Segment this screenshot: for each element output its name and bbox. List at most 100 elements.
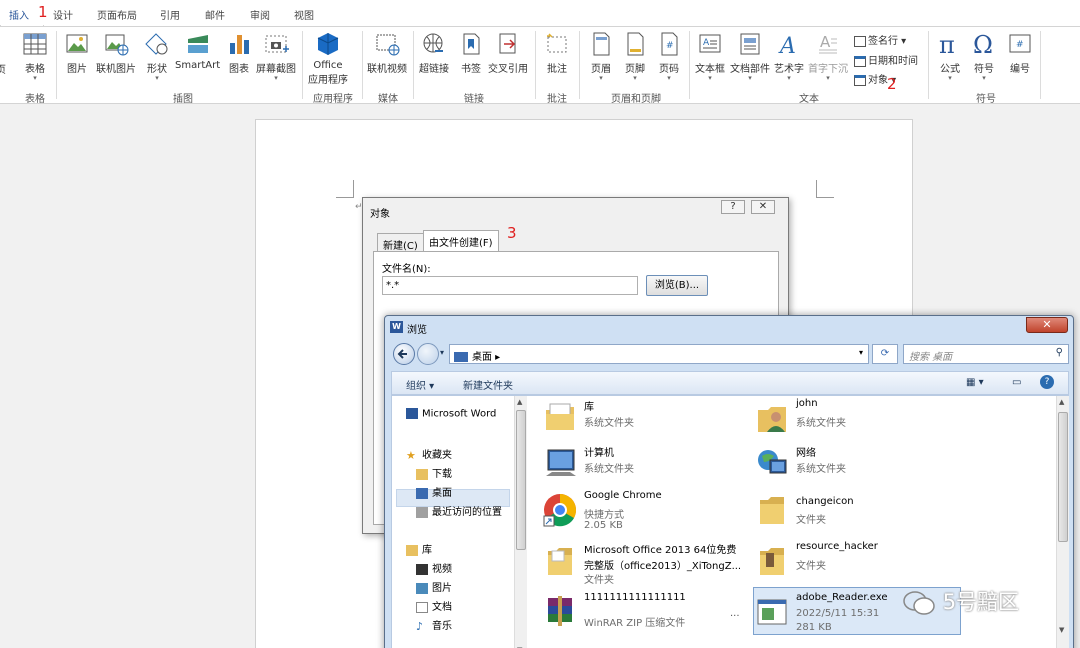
nav-scrollbar[interactable]: ▲ ▼ (514, 396, 527, 648)
filename-input[interactable]: *.* (382, 276, 638, 295)
file-name: resource_hacker (796, 541, 878, 552)
nav-item-desktop[interactable]: 桌面 (416, 484, 452, 499)
content-scroll-thumb[interactable] (1058, 412, 1068, 542)
group-divider (579, 31, 580, 99)
browse-button[interactable]: 浏览(B)... (646, 275, 708, 296)
file-item[interactable]: john 系统文件夹 (746, 396, 946, 440)
file-name: adobe_Reader.exe (796, 592, 888, 603)
dialog-close-button[interactable]: ✕ (751, 200, 775, 214)
navigation-pane: Microsoft Word ★ 收藏夹 下载 桌面 最近访问的位置 库 视频 图… (392, 396, 514, 648)
tab-view[interactable]: 视图 (294, 7, 314, 22)
footer-button[interactable]: 页脚 ▾ (622, 31, 648, 82)
tab-mailings[interactable]: 邮件 (205, 7, 225, 22)
tab-insert[interactable]: 插入 (9, 7, 29, 22)
bookmark-button[interactable]: 书签 (458, 31, 484, 75)
search-input[interactable]: 搜索 桌面 ⚲ (903, 344, 1069, 364)
dropdown-arrow-icon: ▾ (274, 74, 278, 82)
help-button[interactable]: ? (721, 200, 745, 214)
file-item[interactable]: 计算机 系统文件夹 (534, 442, 734, 486)
dropdown-arrow-icon: ▾ (787, 74, 791, 82)
nav-item-label: Microsoft Word (422, 408, 497, 420)
tab-create-new[interactable]: 新建(C) (377, 233, 424, 252)
refresh-button[interactable]: ⟳ (872, 344, 898, 364)
tab-references[interactable]: 引用 (160, 7, 180, 22)
nav-item-music[interactable]: ♪ 音乐 (416, 617, 452, 633)
group-divider (56, 31, 57, 99)
nav-scroll-thumb[interactable] (516, 410, 526, 550)
forward-button[interactable] (417, 343, 439, 365)
nav-item-label: 视频 (432, 564, 452, 575)
textbox-button[interactable]: A 文本框 ▾ (695, 31, 725, 82)
file-item[interactable]: Microsoft Office 2013 64位免费 完整版（office20… (534, 539, 741, 586)
symbol-button[interactable]: Ω 符号 ▾ (971, 31, 997, 82)
scroll-up-icon[interactable]: ▲ (517, 398, 522, 406)
history-dropdown-icon[interactable]: ▾ (440, 348, 444, 357)
scroll-up-icon[interactable]: ▲ (1059, 398, 1064, 406)
nav-item-downloads[interactable]: 下载 (416, 465, 452, 480)
page-number-button[interactable]: # 页码 ▾ (656, 31, 682, 82)
equation-button[interactable]: π 公式 ▾ (937, 31, 963, 82)
screenshot-button[interactable]: 屏幕截图 ▾ (256, 31, 296, 82)
exe-icon (757, 599, 787, 625)
browse-close-button[interactable]: ✕ (1026, 317, 1068, 333)
tab-create-from-file[interactable]: 由文件创建(F) (423, 230, 499, 252)
cross-reference-button[interactable]: 交叉引用 (488, 31, 528, 75)
view-options-icon[interactable]: ▦ ▾ (966, 377, 984, 388)
address-row: ▾ 桌面 ▸ ▾ ⟳ 搜索 桌面 ⚲ (391, 342, 1069, 366)
nav-item-favorites[interactable]: ★ 收藏夹 (406, 446, 452, 462)
help-icon[interactable]: ? (1040, 375, 1054, 389)
file-type: 文件夹 (796, 561, 826, 572)
quick-parts-icon (740, 33, 760, 55)
file-item[interactable]: changeicon 文件夹 (746, 488, 946, 532)
nav-item-libraries[interactable]: 库 (406, 541, 432, 556)
address-dropdown-icon[interactable]: ▾ (859, 348, 863, 357)
nav-item-label: 图片 (432, 583, 452, 594)
nav-item-videos[interactable]: 视频 (416, 560, 452, 575)
signature-line-button[interactable]: 签名行 ▾ (854, 32, 906, 47)
scroll-down-icon[interactable]: ▼ (1059, 626, 1064, 634)
file-item[interactable]: 库 系统文件夹 (534, 396, 734, 440)
file-date: 2022/5/11 15:31 (796, 608, 880, 619)
downloads-folder-icon (416, 468, 428, 480)
shapes-button[interactable]: 形状 ▾ (144, 31, 170, 82)
organize-button[interactable]: 组织 ▾ (406, 377, 434, 392)
back-button[interactable] (393, 343, 415, 365)
file-type: 系统文件夹 (584, 418, 634, 429)
tab-page-layout[interactable]: 页面布局 (97, 7, 137, 22)
svg-text:#: # (666, 41, 674, 51)
tab-design[interactable]: 设计 (53, 7, 73, 22)
new-folder-button[interactable]: 新建文件夹 (463, 377, 513, 392)
dropcap-button[interactable]: A 首字下沉 ▾ (808, 31, 848, 82)
file-item[interactable]: 网络 系统文件夹 (746, 442, 946, 486)
nav-item-word[interactable]: Microsoft Word (406, 408, 496, 420)
file-name: changeicon (796, 496, 854, 507)
wordart-button[interactable]: A 艺术字 ▾ (774, 31, 804, 82)
date-time-button[interactable]: 日期和时间 (854, 52, 918, 67)
chart-button[interactable]: 图表 (226, 31, 252, 75)
office-apps-button[interactable]: Office 应用程序 (308, 31, 348, 86)
file-item[interactable]: Google Chrome 快捷方式 2.05 KB (534, 488, 734, 532)
content-scrollbar[interactable]: ▲ ▼ (1056, 396, 1069, 648)
picture-button[interactable]: 图片 (64, 31, 90, 75)
hyperlink-button[interactable]: 超链接 (419, 31, 449, 75)
file-item[interactable]: resource_hacker 文件夹 (746, 539, 946, 583)
file-item[interactable]: 1111111111111111 WinRAR ZIP 压缩文件 (534, 590, 734, 634)
table-button[interactable]: 表格 ▾ (22, 31, 48, 82)
group-illustrations-label: 插图 (173, 94, 193, 105)
nav-item-recent[interactable]: 最近访问的位置 (416, 503, 502, 518)
quick-parts-button[interactable]: 文档部件 ▾ (730, 31, 770, 82)
file-type: 系统文件夹 (584, 464, 634, 475)
online-video-button[interactable]: 联机视频 (367, 31, 407, 75)
nav-item-pictures[interactable]: 图片 (416, 579, 452, 594)
tab-review[interactable]: 审阅 (250, 7, 270, 22)
chrome-icon (543, 494, 577, 527)
partial-button-label[interactable]: 页 (0, 61, 6, 76)
header-button[interactable]: 页眉 ▾ (588, 31, 614, 82)
preview-pane-icon[interactable]: ▭ (1012, 377, 1021, 388)
nav-item-documents[interactable]: 文档 (416, 598, 452, 613)
numbering-button[interactable]: # 编号 (1007, 31, 1033, 75)
address-bar[interactable]: 桌面 ▸ ▾ (449, 344, 869, 364)
smartart-button[interactable]: SmartArt (175, 31, 220, 71)
online-picture-button[interactable]: 联机图片 (96, 31, 136, 75)
comment-button[interactable]: 批注 (544, 31, 570, 75)
